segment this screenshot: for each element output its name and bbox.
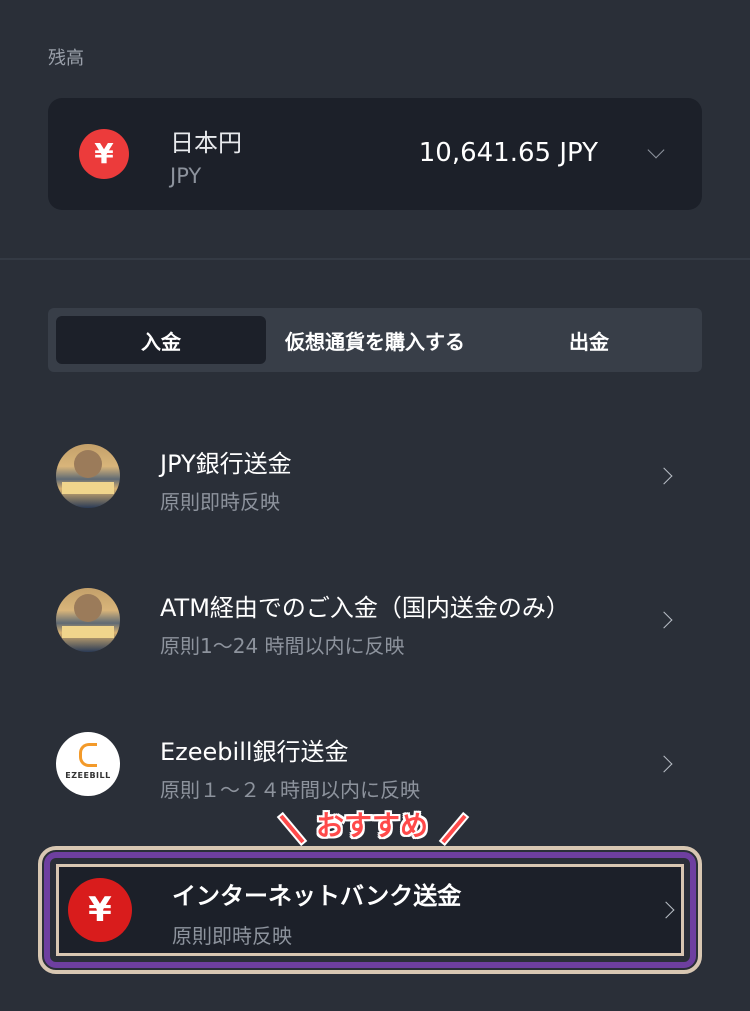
yen-icon: ¥: [79, 129, 129, 179]
currency-selector[interactable]: ¥ 日本円 JPY 10,641.65 JPY: [48, 98, 702, 210]
method-title: JPY銀行送金: [160, 450, 292, 478]
deposit-method-jpy-bank[interactable]: JPY銀行送金 原則即時反映: [0, 428, 750, 548]
yen-icon: ¥: [68, 878, 132, 942]
balance-section-label: 残高: [48, 48, 84, 69]
currency-code: JPY: [170, 164, 202, 188]
method-subtitle: 原則即時反映: [160, 490, 280, 514]
method-title: インターネットバンク送金: [172, 882, 462, 910]
chevron-right-icon: [655, 467, 673, 485]
tab-buy-crypto[interactable]: 仮想通貨を購入する: [266, 316, 484, 364]
chevron-down-icon[interactable]: [647, 141, 665, 159]
method-subtitle: 原則即時反映: [172, 924, 292, 948]
section-divider: [0, 258, 750, 260]
chevron-right-icon: [655, 611, 673, 629]
tab-withdraw[interactable]: 出金: [484, 316, 694, 364]
method-title: Ezeebill銀行送金: [160, 738, 349, 766]
chevron-right-icon: [655, 755, 673, 773]
action-tabs: 入金 仮想通貨を購入する 出金: [48, 308, 702, 372]
method-subtitle: 原則1〜24 時間以内に反映: [160, 634, 405, 658]
method-subtitle: 原則１〜２４時間以内に反映: [160, 778, 420, 802]
currency-name: 日本円: [170, 129, 242, 157]
ezeebill-logo-icon: EZEEBILL: [56, 732, 120, 796]
deposit-method-atm[interactable]: ATM経由でのご入金（国内送金のみ） 原則1〜24 時間以内に反映: [0, 572, 750, 692]
bank-photo-icon: [56, 588, 120, 652]
balance-amount: 10,641.65 JPY: [418, 138, 598, 168]
method-title: ATM経由でのご入金（国内送金のみ）: [160, 594, 570, 622]
bank-photo-icon: [56, 444, 120, 508]
tab-deposit[interactable]: 入金: [56, 316, 266, 364]
